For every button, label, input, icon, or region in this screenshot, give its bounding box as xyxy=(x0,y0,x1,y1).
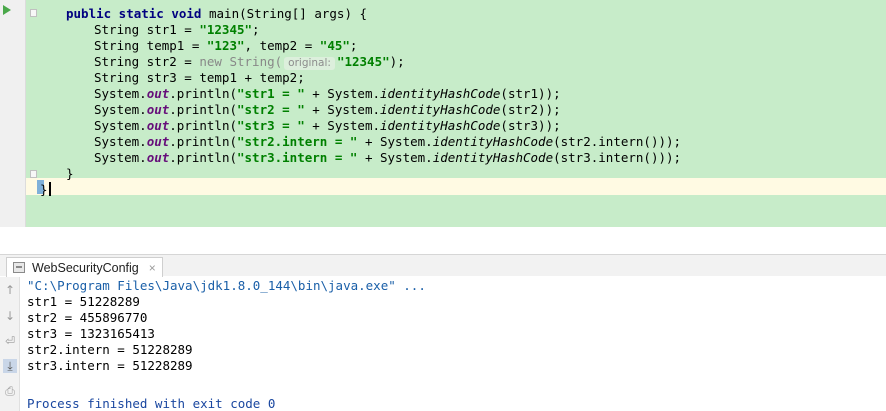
code-method: identityHashCode xyxy=(432,150,554,165)
code-field: out xyxy=(146,102,170,117)
code-string: "str2 = " xyxy=(237,102,305,117)
code-keyword: new xyxy=(199,54,222,69)
code-text: main(String[] args) { xyxy=(201,6,368,21)
code-method: identityHashCode xyxy=(380,86,501,101)
parameter-hint: original: xyxy=(284,57,335,70)
code-line: String str3 = temp1 + temp2; xyxy=(40,70,886,86)
code-text: String str1 = xyxy=(94,22,200,37)
code-line: String str2 = new String(original: "12345… xyxy=(40,54,886,70)
code-field: out xyxy=(146,118,170,133)
code-text: String( xyxy=(221,54,283,69)
code-string: "12345" xyxy=(199,22,253,37)
code-text: + System. xyxy=(304,102,380,117)
print-icon[interactable]: ⎙ xyxy=(3,384,17,398)
code-line: } xyxy=(40,182,886,198)
code-editor[interactable]: public static void main(String[] args) {… xyxy=(0,0,886,227)
code-line: System.out.println("str1 = " + System.id… xyxy=(40,86,886,102)
code-text: System. xyxy=(94,134,147,149)
code-text: String temp1 = xyxy=(94,38,207,53)
code-text: (str3.intern())); xyxy=(553,150,682,165)
code-text: + System. xyxy=(357,150,433,165)
fold-marker-icon[interactable] xyxy=(30,9,37,17)
console-line: str2.intern = 51228289 xyxy=(27,342,193,357)
code-text: } xyxy=(40,182,48,197)
code-text: ; xyxy=(349,38,358,53)
code-text: ); xyxy=(389,54,405,69)
code-string: "str1 = " xyxy=(237,86,305,101)
console-line: str1 = 51228289 xyxy=(27,294,140,309)
console-line: str3 = 1323165413 xyxy=(27,326,155,341)
code-text: .println( xyxy=(169,134,237,149)
code-text: (str3)); xyxy=(500,118,561,133)
code-text: System. xyxy=(94,118,147,133)
console-line: str3.intern = 51228289 xyxy=(27,358,193,373)
run-toolbar: ↑ ↓ ⏎ ⤓ ⎙ xyxy=(0,277,20,411)
code-text: (str2)); xyxy=(500,102,561,117)
code-line: public static void main(String[] args) { xyxy=(40,6,886,22)
code-line: System.out.println("str2.intern = " + Sy… xyxy=(40,134,886,150)
code-field: out xyxy=(146,150,170,165)
code-text: + System. xyxy=(304,86,380,101)
code-text: System. xyxy=(94,86,147,101)
code-text: .println( xyxy=(169,86,237,101)
code-string: "str3.intern = " xyxy=(237,150,358,165)
code-text: } xyxy=(66,166,74,181)
code-text: , temp2 = xyxy=(244,38,320,53)
console-output[interactable]: "C:\Program Files\Java\jdk1.8.0_144\bin\… xyxy=(27,278,426,411)
code-field: out xyxy=(146,86,170,101)
run-panel-header: WebSecurityConfig × xyxy=(0,254,886,277)
code-method: identityHashCode xyxy=(432,134,554,149)
arrow-up-icon[interactable]: ↑ xyxy=(3,283,17,297)
code-text: (str2.intern())); xyxy=(553,134,682,149)
code-keyword: public static void xyxy=(66,6,202,21)
code-line: } xyxy=(40,166,886,182)
code-string: "123" xyxy=(206,38,245,53)
editor-gutter[interactable] xyxy=(0,0,26,227)
code-text: .println( xyxy=(169,150,237,165)
code-line: System.out.println("str3.intern = " + Sy… xyxy=(40,150,886,166)
code-text: + System. xyxy=(304,118,380,133)
code-text: System. xyxy=(94,150,147,165)
code-method: identityHashCode xyxy=(380,102,501,117)
soft-wrap-icon[interactable]: ⏎ xyxy=(3,334,17,348)
code-line: System.out.println("str3 = " + System.id… xyxy=(40,118,886,134)
code-text: .println( xyxy=(169,102,237,117)
code-string: "45" xyxy=(319,38,350,53)
run-tab-label: WebSecurityConfig xyxy=(32,260,139,275)
code-string: "str3 = " xyxy=(237,118,305,133)
code-method: identityHashCode xyxy=(380,118,501,133)
text-caret xyxy=(48,182,51,196)
run-config-icon xyxy=(13,262,25,273)
code-line: System.out.println("str2 = " + System.id… xyxy=(40,102,886,118)
arrow-down-icon[interactable]: ↓ xyxy=(3,309,17,323)
code-area[interactable]: public static void main(String[] args) {… xyxy=(40,6,886,198)
console-command-line: "C:\Program Files\Java\jdk1.8.0_144\bin\… xyxy=(27,278,426,293)
code-string: "12345" xyxy=(336,54,390,69)
code-text: (str1)); xyxy=(500,86,561,101)
code-text: String str2 = xyxy=(94,54,200,69)
close-icon[interactable]: × xyxy=(149,261,156,275)
console-exit-message: Process finished with exit code 0 xyxy=(27,396,276,411)
run-gutter-icon[interactable] xyxy=(3,5,11,15)
code-field: out xyxy=(146,134,170,149)
code-string: "str2.intern = " xyxy=(237,134,358,149)
fold-marker-icon[interactable] xyxy=(30,170,37,178)
run-tab[interactable]: WebSecurityConfig × xyxy=(6,257,163,277)
code-line: String str1 = "12345"; xyxy=(40,22,886,38)
code-text: + System. xyxy=(357,134,433,149)
code-text: String str3 = temp1 + temp2; xyxy=(94,70,305,85)
code-text: System. xyxy=(94,102,147,117)
console-line: str2 = 455896770 xyxy=(27,310,148,325)
code-text: .println( xyxy=(169,118,237,133)
scroll-to-end-icon[interactable]: ⤓ xyxy=(3,359,17,373)
code-line: String temp1 = "123", temp2 = "45"; xyxy=(40,38,886,54)
code-text: ; xyxy=(252,22,260,37)
